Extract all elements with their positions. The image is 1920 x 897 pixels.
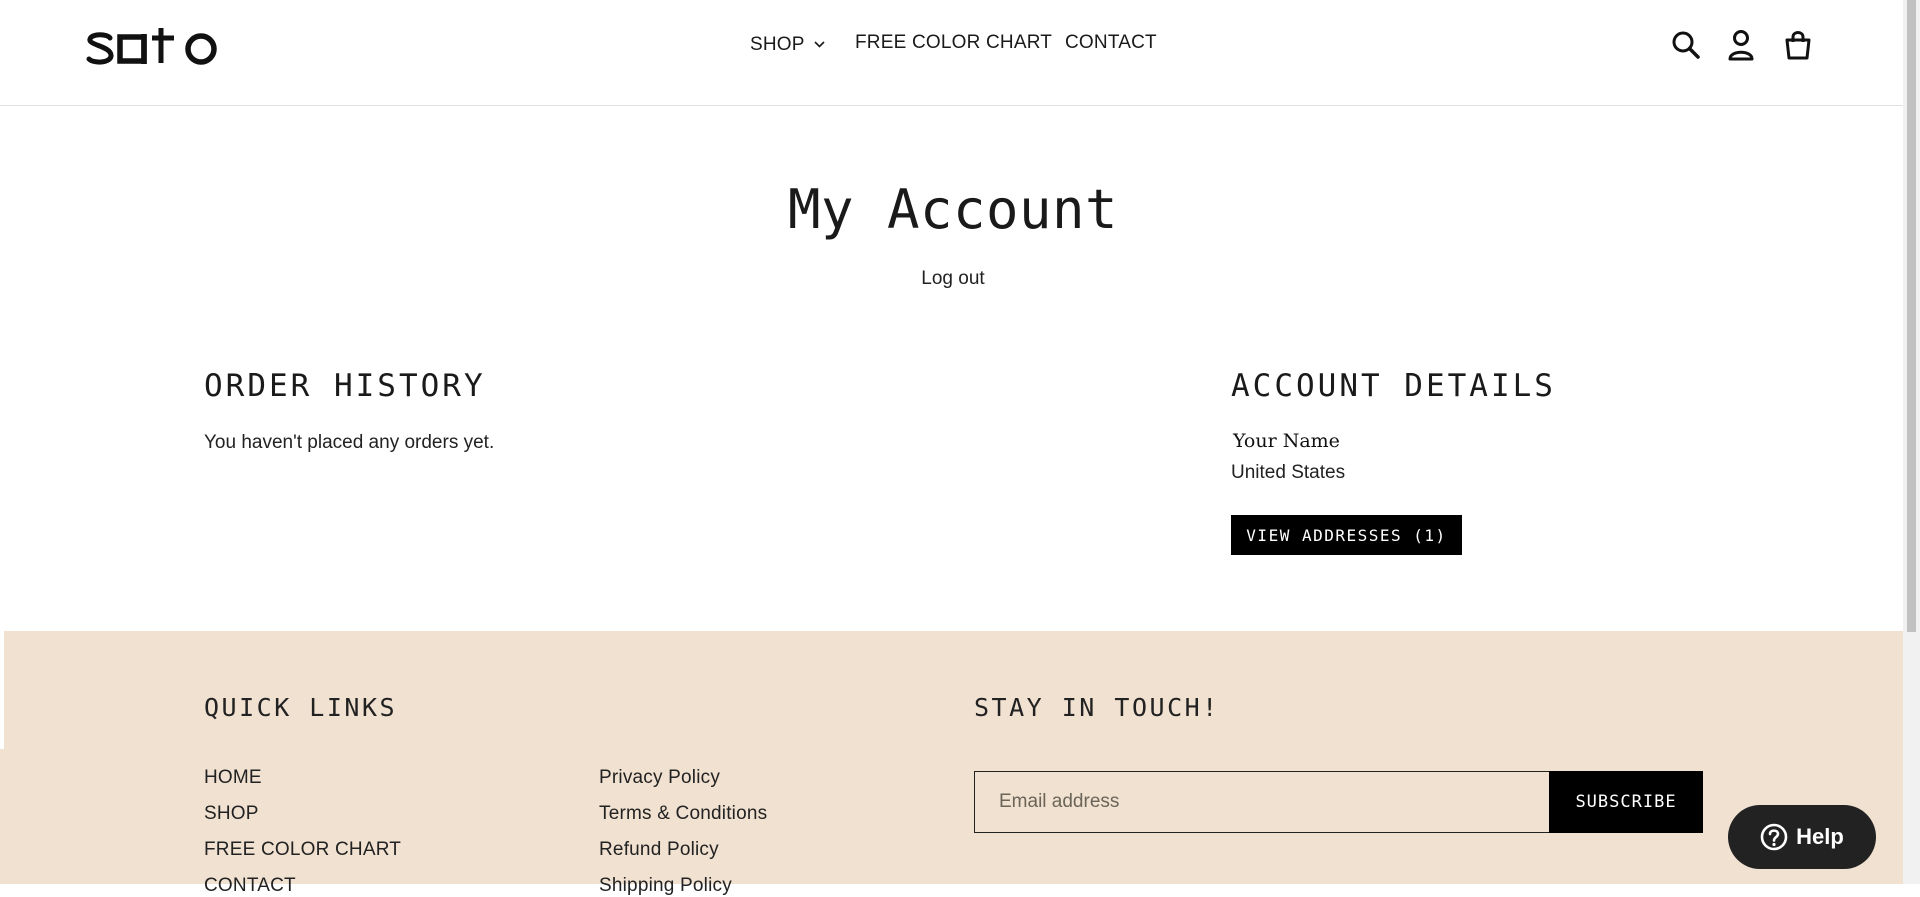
help-button[interactable]: Help [1728, 805, 1876, 869]
stay-in-touch-title: STAY IN TOUCH! [974, 693, 1220, 722]
subscribe-button[interactable]: SUBSCRIBE [1549, 771, 1703, 833]
account-country: United States [1231, 462, 1346, 483]
account-icon[interactable] [1724, 28, 1758, 62]
footer-link-privacy-policy[interactable]: Privacy Policy [599, 767, 720, 789]
search-icon[interactable] [1669, 28, 1703, 62]
footer-link-terms[interactable]: Terms & Conditions [599, 803, 767, 825]
main-nav: SHOP FREE COLOR CHART CONTACT [0, 32, 1903, 62]
nav-shop[interactable]: SHOP [750, 32, 825, 56]
help-question-icon [1760, 823, 1788, 851]
footer-link-shipping-policy[interactable]: Shipping Policy [599, 875, 732, 897]
view-addresses-button[interactable]: VIEW ADDRESSES (1) [1231, 515, 1462, 555]
page-scrollbar[interactable] [1903, 0, 1920, 884]
account-name: Your Name [1233, 430, 1340, 452]
scrollbar-thumb[interactable] [1907, 0, 1916, 632]
account-details-title: ACCOUNT DETAILS [1231, 368, 1556, 404]
page-title: My Account [787, 178, 1119, 241]
order-history-title: ORDER HISTORY [204, 368, 486, 404]
footer-link-shop[interactable]: SHOP [204, 803, 259, 825]
order-history-empty-text: You haven't placed any orders yet. [204, 432, 495, 453]
cart-icon[interactable] [1781, 28, 1815, 62]
nav-free-color-chart[interactable]: FREE COLOR CHART [855, 32, 1052, 54]
nav-contact[interactable]: CONTACT [1065, 32, 1157, 54]
nav-shop-label: SHOP [750, 34, 805, 55]
footer-link-free-color-chart[interactable]: FREE COLOR CHART [204, 839, 401, 861]
footer-link-refund-policy[interactable]: Refund Policy [599, 839, 719, 861]
site-footer: QUICK LINKS HOME SHOP FREE COLOR CHART C… [4, 631, 1903, 896]
footer-link-contact[interactable]: CONTACT [204, 875, 296, 897]
chevron-down-icon [814, 32, 825, 54]
logout-link[interactable]: Log out [0, 268, 1906, 290]
help-label: Help [1796, 824, 1844, 849]
quick-links-title: QUICK LINKS [204, 693, 398, 722]
footer-link-home[interactable]: HOME [204, 767, 262, 789]
site-header: sato SHOP FREE COLOR CHART CONTACT [0, 0, 1903, 106]
newsletter-email-input[interactable] [974, 771, 1550, 833]
